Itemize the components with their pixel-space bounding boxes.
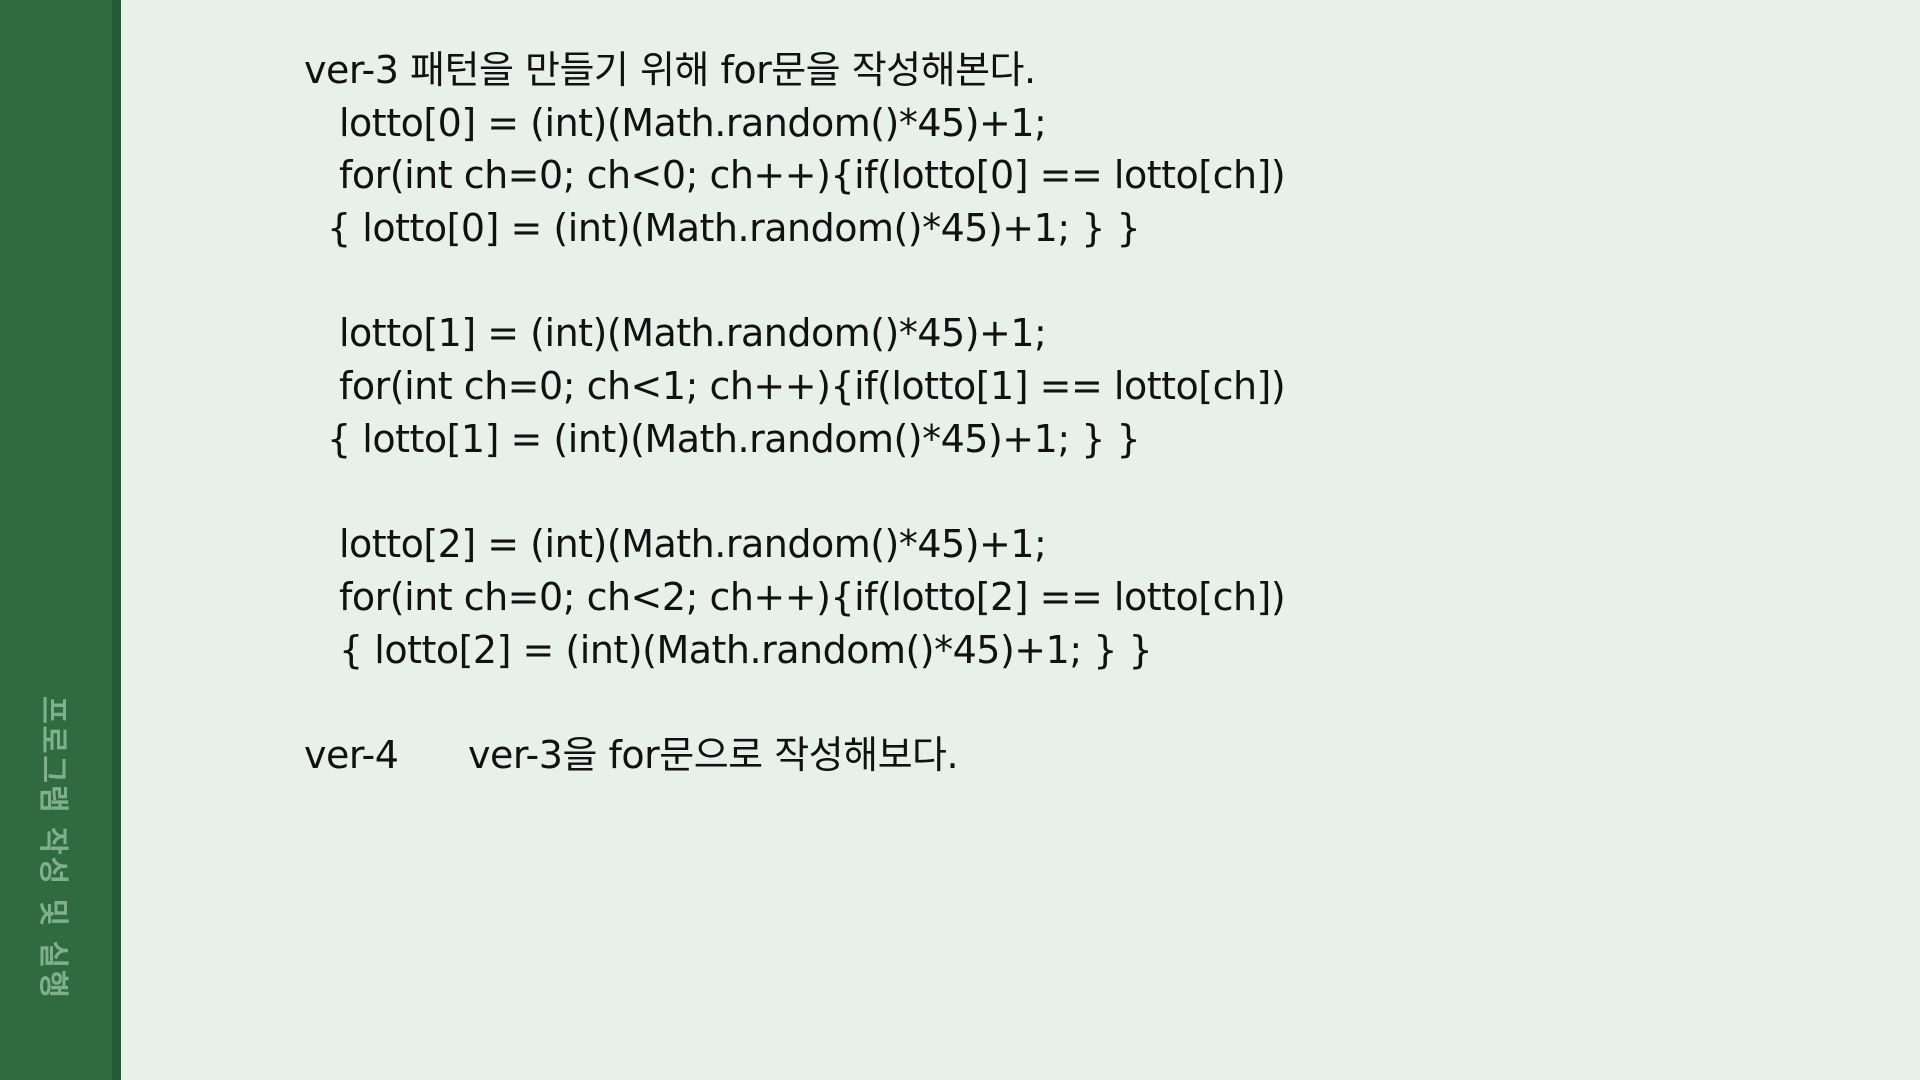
code-line: for(int ch=0; ch<0; ch++){if(lotto[0] ==… <box>339 153 1286 198</box>
sidebar: 프로그램 작성 및 실행 <box>0 0 112 1080</box>
code-line: lotto[0] = (int)(Math.random()*45)+1; <box>339 100 1047 145</box>
ver4-tag: ver-4 <box>304 732 399 777</box>
ver4-text: ver-3을 for문으로 작성해보다. <box>468 732 959 777</box>
code-line: for(int ch=0; ch<1; ch++){if(lotto[1] ==… <box>339 364 1286 409</box>
sidebar-edge <box>112 0 121 1080</box>
code-line: lotto[2] = (int)(Math.random()*45)+1; <box>339 522 1047 567</box>
code-line: lotto[1] = (int)(Math.random()*45)+1; <box>339 311 1047 356</box>
ver4-line: ver-4 ver-3을 for문으로 작성해보다. <box>304 729 1804 782</box>
slide-content: ver-3 패턴을 만들기 위해 for문을 작성해본다. lotto[0] =… <box>304 44 1804 782</box>
sidebar-title: 프로그램 작성 및 실행 <box>35 696 70 1000</box>
code-line: { lotto[0] = (int)(Math.random()*45)+1; … <box>327 206 1141 251</box>
code-line: { lotto[1] = (int)(Math.random()*45)+1; … <box>327 416 1141 461</box>
ver3-heading: ver-3 패턴을 만들기 위해 for문을 작성해본다. <box>304 48 1036 92</box>
code-line: { lotto[2] = (int)(Math.random()*45)+1; … <box>339 627 1153 672</box>
code-line: for(int ch=0; ch<2; ch++){if(lotto[2] ==… <box>339 574 1286 619</box>
